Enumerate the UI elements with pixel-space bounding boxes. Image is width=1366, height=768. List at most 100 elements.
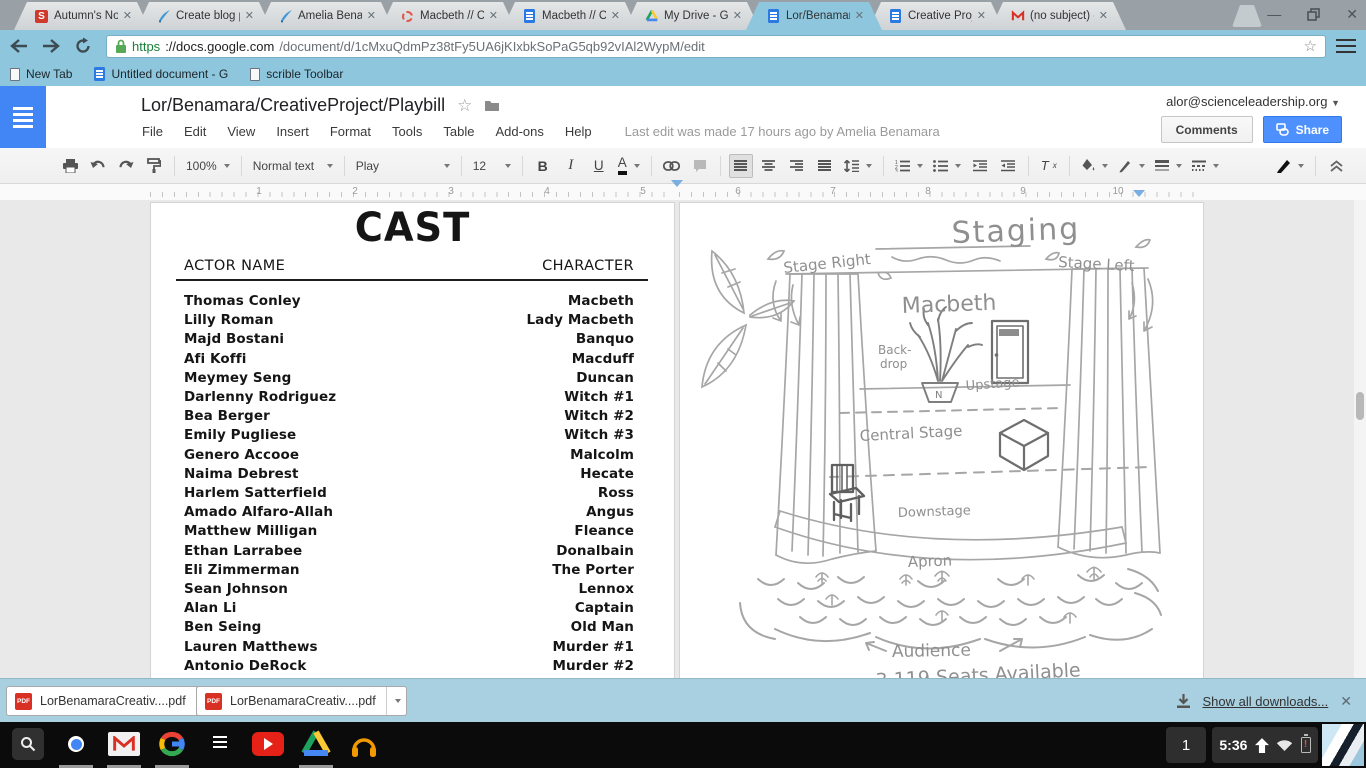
align-center-button[interactable]	[757, 154, 781, 178]
indent-marker-right[interactable]	[1133, 190, 1145, 197]
forward-icon[interactable]	[38, 33, 64, 59]
scrollbar-track[interactable]	[1354, 200, 1366, 678]
chrome-shelf-icon[interactable]	[60, 728, 92, 760]
comments-button[interactable]: Comments	[1161, 116, 1253, 143]
share-button[interactable]: Share	[1263, 116, 1342, 143]
menu-format[interactable]: Format	[330, 124, 371, 139]
underline-button[interactable]: U	[587, 154, 611, 178]
scrollbar-thumb[interactable]	[1356, 392, 1364, 420]
decrease-indent-button[interactable]	[968, 154, 992, 178]
menu-file[interactable]: File	[142, 124, 163, 139]
justify-button[interactable]	[813, 154, 837, 178]
account-avatar[interactable]	[1322, 724, 1364, 766]
tab-close-icon[interactable]: ✕	[733, 11, 742, 22]
collapse-toolbar-button[interactable]	[1324, 154, 1348, 178]
edit-mode-pen-button[interactable]	[1273, 154, 1307, 178]
menu-addons[interactable]: Add-ons	[495, 124, 543, 139]
bookmark-untitled-document[interactable]: Untitled document - G	[94, 67, 228, 81]
scribble-button[interactable]	[1115, 154, 1148, 178]
tab-macbeth-2[interactable]: Macbeth // Cre ✕	[502, 2, 638, 30]
account-email[interactable]: alor@scienceleadership.org ▼	[1166, 94, 1340, 109]
close-window-icon[interactable]: ✕	[1346, 7, 1358, 21]
last-edit-status[interactable]: Last edit was made 17 hours ago by Ameli…	[625, 124, 940, 139]
tab-close-icon[interactable]: ✕	[245, 11, 254, 22]
chrome-menu-icon[interactable]	[1336, 39, 1356, 53]
tab-autumns-note[interactable]: S Autumn's Note ✕	[14, 2, 150, 30]
close-download-bar-icon[interactable]: ✕	[1340, 693, 1352, 710]
new-tab-button[interactable]	[1232, 5, 1262, 27]
minimize-icon[interactable]: —	[1267, 7, 1281, 21]
tab-my-drive[interactable]: My Drive - Goo ✕	[624, 2, 760, 30]
bold-button[interactable]: B	[531, 154, 555, 178]
menu-tools[interactable]: Tools	[392, 124, 422, 139]
back-icon[interactable]	[6, 33, 32, 59]
clear-formatting-button[interactable]: Tx	[1037, 154, 1061, 178]
tab-close-icon[interactable]: ✕	[489, 11, 498, 22]
increase-indent-button[interactable]	[996, 154, 1020, 178]
launcher-search-button[interactable]	[12, 728, 44, 760]
docs-shelf-icon[interactable]	[204, 728, 236, 760]
tab-close-icon[interactable]: ✕	[855, 11, 864, 22]
move-folder-icon[interactable]	[484, 99, 500, 112]
undo-button[interactable]	[86, 154, 110, 178]
show-all-downloads-link[interactable]: Show all downloads...	[1203, 694, 1329, 709]
bookmark-new-tab[interactable]: New Tab	[10, 67, 72, 81]
docs-logo-icon[interactable]	[0, 86, 46, 148]
tab-macbeth-1[interactable]: Macbeth // Cre ✕	[380, 2, 516, 30]
bookmark-star-icon[interactable]: ☆	[1304, 37, 1317, 55]
bulleted-list-button[interactable]	[930, 154, 964, 178]
menu-insert[interactable]: Insert	[276, 124, 309, 139]
page-staging[interactable]: Staging Stage Right Stage Left Macbeth B…	[679, 202, 1204, 678]
line-spacing-button[interactable]	[841, 154, 875, 178]
paint-format-button[interactable]	[142, 154, 166, 178]
font-select[interactable]: Play	[353, 154, 453, 178]
menu-view[interactable]: View	[227, 124, 255, 139]
youtube-shelf-icon[interactable]	[252, 728, 284, 760]
tab-close-icon[interactable]: ✕	[611, 11, 620, 22]
download-item-1[interactable]: PDF LorBenamaraCreativ....pdf	[6, 686, 217, 716]
italic-button[interactable]: I	[559, 154, 583, 178]
tab-lor-benamara-active[interactable]: Lor/Benamara, ✕	[746, 2, 882, 30]
menu-edit[interactable]: Edit	[184, 124, 206, 139]
zoom-select[interactable]: 100%	[183, 154, 233, 178]
menu-table[interactable]: Table	[443, 124, 474, 139]
font-size-select[interactable]: 12	[470, 154, 514, 178]
redo-button[interactable]	[114, 154, 138, 178]
menu-help[interactable]: Help	[565, 124, 592, 139]
border-dash-button[interactable]	[1189, 154, 1222, 178]
drive-shelf-icon[interactable]	[300, 728, 332, 760]
refresh-icon[interactable]	[70, 33, 96, 59]
notification-badge[interactable]: 1	[1166, 727, 1206, 763]
restore-icon[interactable]	[1307, 8, 1320, 21]
tab-close-icon[interactable]: ✕	[367, 11, 376, 22]
numbered-list-button[interactable]: 123	[892, 154, 926, 178]
page-cast[interactable]: CAST ACTOR NAME CHARACTER Thomas ConleyM…	[150, 202, 675, 678]
music-shelf-icon[interactable]	[348, 728, 380, 760]
star-document-icon[interactable]: ☆	[457, 96, 472, 116]
url-bar[interactable]: https://docs.google.com/document/d/1cMxu…	[106, 35, 1326, 58]
align-left-button[interactable]	[729, 154, 753, 178]
tab-create-blog[interactable]: Create blog po ✕	[136, 2, 272, 30]
indent-marker-left[interactable]	[671, 187, 683, 200]
google-shelf-icon[interactable]	[156, 728, 188, 760]
fill-color-button[interactable]	[1078, 154, 1111, 178]
download-caret[interactable]	[386, 687, 406, 715]
insert-comment-button[interactable]	[688, 154, 712, 178]
gmail-shelf-icon[interactable]	[108, 728, 140, 760]
tab-close-icon[interactable]: ✕	[1099, 11, 1108, 22]
align-right-button[interactable]	[785, 154, 809, 178]
tab-no-subject[interactable]: (no subject) - a ✕	[990, 2, 1126, 30]
print-button[interactable]	[58, 154, 82, 178]
text-color-button[interactable]: A	[615, 154, 643, 178]
paragraph-style-select[interactable]: Normal text	[250, 154, 336, 178]
download-item-2[interactable]: PDF LorBenamaraCreativ....pdf	[196, 686, 407, 716]
insert-link-button[interactable]	[660, 154, 684, 178]
status-tray[interactable]: 5:36 !	[1212, 727, 1318, 763]
tab-creative-project[interactable]: Creative Projec ✕	[868, 2, 1004, 30]
bookmark-scrible-toolbar[interactable]: scrible Toolbar	[250, 67, 343, 81]
line-weight-button[interactable]	[1152, 154, 1185, 178]
tab-close-icon[interactable]: ✕	[123, 11, 132, 22]
document-title[interactable]: Lor/Benamara/CreativeProject/Playbill	[141, 95, 445, 116]
tab-amelia[interactable]: Amelia Benam ✕	[258, 2, 394, 30]
tab-close-icon[interactable]: ✕	[977, 11, 986, 22]
